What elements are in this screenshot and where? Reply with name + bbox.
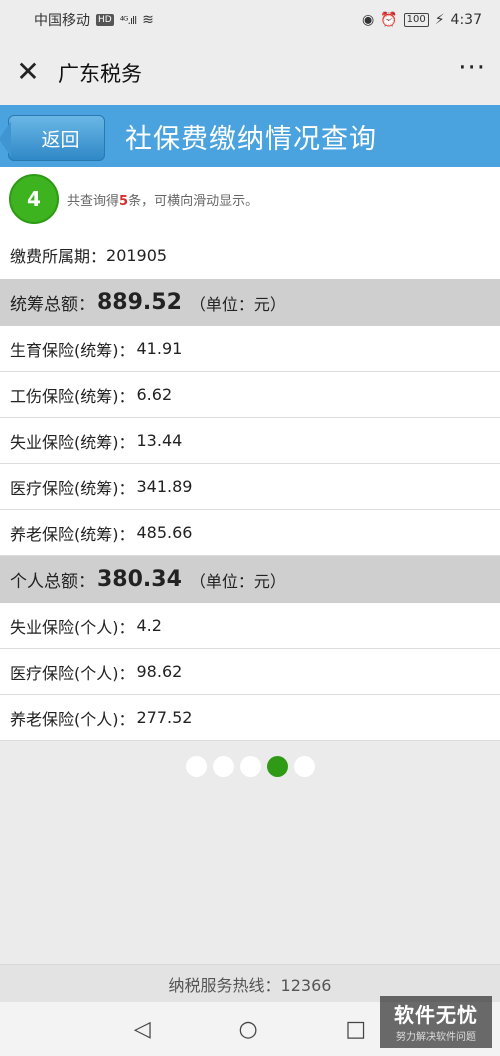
pager-dot-active[interactable] (266, 755, 288, 777)
personal-total-row: 个人总额： 380.34 （单位：元） (0, 556, 500, 603)
pager-dot[interactable] (212, 755, 234, 777)
item-label: 生育保险(统筹)： (10, 340, 135, 360)
more-menu-icon[interactable]: ··· (458, 55, 486, 88)
watermark-subtitle: 努力解决软件问题 (396, 1032, 476, 1043)
summary-suffix: 条，可横向滑动显示。 (128, 193, 259, 209)
pager-dots (0, 753, 500, 779)
item-value: 4.2 (136, 616, 162, 635)
period-value: 201905 (106, 245, 168, 265)
watermark-logo: 软件无忧 努力解决软件问题 (380, 996, 492, 1048)
record-index-badge: 4 (9, 174, 59, 224)
alarm-icon: ⏰ (380, 12, 398, 28)
watermark-title: 软件无忧 (394, 1003, 478, 1027)
app-title: 广东税务 (58, 61, 142, 86)
personal-total-unit: （单位：元） (189, 571, 286, 591)
period-label: 缴费所属期： (10, 247, 107, 266)
pager-dot[interactable] (185, 755, 207, 777)
personal-total-value: 380.34 (97, 567, 182, 592)
home-circle-icon[interactable]: ○ (238, 1017, 257, 1042)
list-item: 失业保险(个人)： 4.2 (0, 603, 500, 649)
pooled-total-label: 统筹总额： (10, 295, 95, 315)
back-arrow-icon (0, 121, 11, 157)
list-item: 医疗保险(统筹)： 341.89 (0, 464, 500, 510)
list-item: 生育保险(统筹)： 41.91 (0, 326, 500, 372)
item-value: 485.66 (136, 523, 193, 542)
summary-count: 5 (119, 193, 129, 209)
title-bar: ✕ 广东税务 ··· (0, 40, 500, 105)
recents-square-icon[interactable]: □ (345, 1017, 366, 1042)
pooled-total-value: 889.52 (97, 290, 182, 315)
item-value: 341.89 (136, 477, 193, 496)
clock: 4:37 (450, 12, 482, 28)
back-label: 返回 (41, 128, 80, 151)
item-value: 13.44 (136, 431, 183, 450)
charging-icon: ⚡ (434, 12, 445, 28)
back-button[interactable]: 返回 (0, 115, 105, 161)
summary-text: 共查询得5条，可横向滑动显示。 (67, 190, 258, 209)
item-label: 失业保险(个人)： (10, 617, 135, 637)
list-item: 医疗保险(个人)： 98.62 (0, 649, 500, 695)
page-title: 社保费缴纳情况查询 (125, 124, 377, 155)
personal-total-label: 个人总额： (10, 572, 95, 592)
back-triangle-icon[interactable]: ◁ (134, 1017, 151, 1042)
item-value: 41.91 (136, 339, 183, 358)
list-item: 养老保险(统筹)： 485.66 (0, 510, 500, 556)
item-label: 医疗保险(个人)： (10, 663, 135, 683)
item-label: 失业保险(统筹)： (10, 432, 135, 452)
pager-dot[interactable] (239, 755, 261, 777)
item-value: 277.52 (136, 708, 193, 727)
period-row: 缴费所属期： 201905 (0, 231, 500, 279)
close-icon[interactable]: ✕ (14, 57, 42, 87)
eye-icon: ◉ (361, 12, 375, 28)
list-item: 失业保险(统筹)： 13.44 (0, 418, 500, 464)
item-label: 养老保险(统筹)： (10, 524, 135, 544)
item-label: 医疗保险(统筹)： (10, 478, 135, 498)
pooled-total-unit: （单位：元） (189, 294, 286, 314)
item-value: 98.62 (136, 662, 183, 681)
pooled-total-row: 统筹总额： 889.52 （单位：元） (0, 279, 500, 326)
status-bar: 中国移动 HD ⁴ᴳ.ıll ≋ ◉ ⏰ 100 ⚡ 4:37 (0, 0, 500, 40)
list-item: 养老保险(个人)： 277.52 (0, 695, 500, 741)
list-item: 工伤保险(统筹)： 6.62 (0, 372, 500, 418)
result-card[interactable]: 4 共查询得5条，可横向滑动显示。 缴费所属期： 201905 统筹总额： 88… (0, 167, 500, 741)
battery-icon: 100 (403, 13, 429, 27)
item-label: 养老保险(个人)： (10, 709, 135, 729)
wifi-icon: ≋ (142, 12, 154, 28)
pager-dot[interactable] (293, 755, 315, 777)
page-header: 返回 社保费缴纳情况查询 (0, 105, 500, 167)
item-label: 工伤保险(统筹)： (10, 386, 135, 406)
signal-icon: ⁴ᴳ.ıll (119, 13, 137, 27)
item-value: 6.62 (136, 385, 173, 404)
summary-row: 4 共查询得5条，可横向滑动显示。 (0, 167, 500, 231)
summary-prefix: 共查询得 (67, 193, 120, 209)
hd-icon: HD (96, 14, 114, 26)
carrier-label: 中国移动 (34, 13, 90, 29)
